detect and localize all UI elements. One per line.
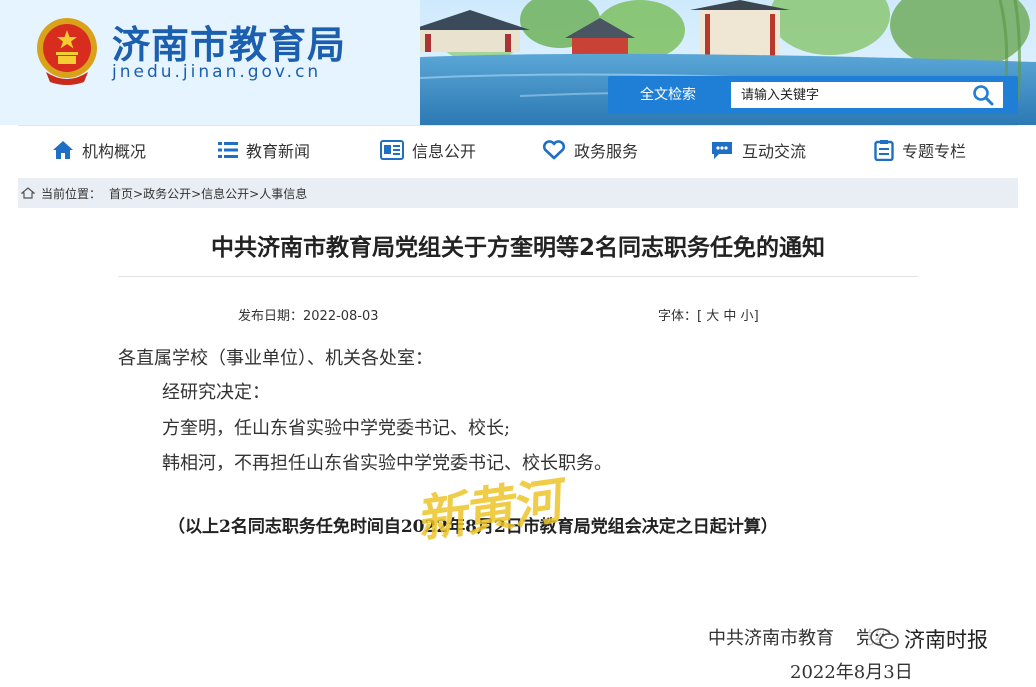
article-salutation: 各直属学校（事业单位）、机关各处室： bbox=[118, 348, 433, 369]
nav-label: 机构概况 bbox=[82, 142, 147, 161]
breadcrumb-info-disclosure[interactable]: 信息公开> bbox=[201, 185, 259, 202]
font-size-switcher: 字体：[ 大 中 小] bbox=[658, 305, 759, 324]
search-button[interactable] bbox=[963, 82, 1003, 108]
signature-organization: 中共济南市教育党组 bbox=[708, 624, 892, 650]
nav-item-org-overview[interactable]: 机构概况 bbox=[52, 126, 146, 174]
site-domain: jnedu.jinan.gov.cn bbox=[112, 62, 322, 82]
font-bracket-open: [ bbox=[697, 309, 703, 324]
nav-item-interaction[interactable]: 互动交流 bbox=[710, 126, 806, 174]
article-title: 中共济南市教育局党组关于方奎明等2名同志职务任免的通知 bbox=[210, 235, 825, 261]
nav-item-special-topics[interactable]: 专题专栏 bbox=[874, 126, 966, 174]
wechat-icon bbox=[870, 628, 899, 649]
breadcrumb-personnel-info[interactable]: 人事信息 bbox=[259, 185, 307, 202]
document-icon bbox=[380, 140, 404, 160]
heart-icon bbox=[542, 140, 566, 160]
nav-label: 教育新闻 bbox=[246, 142, 311, 161]
signature-org-text: 中共济南市教育 bbox=[708, 628, 834, 649]
nav-label: 政务服务 bbox=[574, 142, 639, 161]
font-size-medium[interactable]: 中 bbox=[723, 309, 736, 324]
chat-icon bbox=[712, 142, 732, 159]
national-emblem-logo bbox=[37, 18, 97, 85]
title-divider bbox=[118, 276, 918, 277]
nav-label: 信息公开 bbox=[412, 142, 477, 161]
breadcrumb-gov-affairs[interactable]: 政务公开> bbox=[143, 185, 201, 202]
nav-item-education-news[interactable]: 教育新闻 bbox=[218, 126, 310, 174]
list-icon bbox=[218, 142, 238, 158]
nav-item-government-services[interactable]: 政务服务 bbox=[542, 126, 638, 174]
site-title: 济南市教育局 bbox=[112, 22, 347, 67]
signature-date: 2022年8月3日 bbox=[790, 662, 913, 683]
nav-label: 专题专栏 bbox=[902, 142, 967, 161]
publish-date-value: 2022-08-03 bbox=[303, 309, 379, 324]
publish-date-label: 发布日期： bbox=[238, 309, 304, 324]
font-size-label: 字体： bbox=[658, 309, 698, 324]
font-bracket-close: ] bbox=[753, 309, 759, 324]
home-outline-icon bbox=[21, 187, 35, 199]
breadcrumb: 当前位置： 首页> 政务公开> 信息公开> 人事信息 bbox=[18, 178, 1018, 208]
nav-label: 互动交流 bbox=[742, 142, 807, 161]
source-name: 济南时报 bbox=[904, 628, 988, 652]
main-nav: 机构概况 教育新闻 信息公开 政务服务 互动交流 专题专栏 bbox=[18, 125, 1018, 173]
article-paragraph: 方奎明，任山东省实验中学党委书记、校长; bbox=[162, 418, 511, 439]
site-banner: 济南市教育局 jnedu.jinan.gov.cn 全文检索 bbox=[0, 0, 1036, 125]
search-input[interactable] bbox=[731, 82, 963, 108]
breadcrumb-home[interactable]: 首页> bbox=[109, 185, 143, 202]
source-watermark: 济南时报 bbox=[868, 624, 990, 654]
search-icon bbox=[973, 85, 994, 106]
publish-date: 发布日期：2022-08-03 bbox=[238, 305, 379, 324]
article-paragraph: 经研究决定： bbox=[162, 382, 270, 403]
breadcrumb-label: 当前位置： bbox=[41, 186, 102, 201]
search-label[interactable]: 全文检索 bbox=[612, 80, 724, 110]
home-icon bbox=[53, 141, 73, 159]
font-size-small[interactable]: 小 bbox=[741, 309, 754, 324]
nav-item-info-disclosure[interactable]: 信息公开 bbox=[380, 126, 476, 174]
font-size-large[interactable]: 大 bbox=[706, 309, 719, 324]
clipboard-icon bbox=[874, 140, 894, 161]
